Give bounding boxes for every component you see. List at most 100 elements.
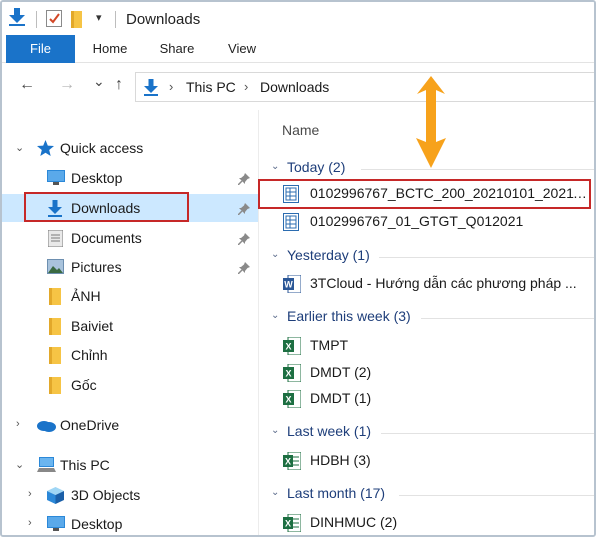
downloads-icon xyxy=(48,200,66,217)
group-collapse-icon[interactable]: ⌄ xyxy=(271,161,279,172)
pin-icon[interactable] xyxy=(237,172,250,190)
file-row[interactable]: X DMDT (2) xyxy=(259,360,594,386)
sidebar-item-3d-objects[interactable]: › 3D Objects xyxy=(2,481,258,509)
sidebar-item-label: Documents xyxy=(71,230,142,246)
group-divider xyxy=(381,433,594,434)
sidebar-item-label: Downloads xyxy=(71,200,141,216)
3d-objects-icon xyxy=(47,487,65,504)
sidebar-item-label: This PC xyxy=(60,457,110,473)
breadcrumb-downloads[interactable]: Downloads xyxy=(260,79,329,95)
expand-chevron-icon[interactable]: ⌄ xyxy=(15,141,24,154)
folder-icon xyxy=(49,377,67,394)
group-collapse-icon[interactable]: ⌄ xyxy=(271,249,279,260)
svg-text:X: X xyxy=(285,342,291,352)
sidebar-item-label: ẢNH xyxy=(71,288,101,304)
title-bar: ▾ Downloads xyxy=(2,2,594,35)
collapse-chevron-icon[interactable]: › xyxy=(28,488,32,500)
word-document-icon: W xyxy=(283,274,302,294)
navigation-pane: ⌄ Quick access Desktop Downloads Documen… xyxy=(2,120,258,535)
breadcrumb-chevron-icon: › xyxy=(244,79,249,94)
sidebar-item-onedrive[interactable]: › OneDrive xyxy=(2,411,258,439)
recent-locations-chevron-icon[interactable]: ⌄ xyxy=(93,73,105,90)
sidebar-item-folder-goc[interactable]: Gốc xyxy=(2,371,258,399)
sidebar-item-folder-chinh[interactable]: Chỉnh xyxy=(2,341,258,369)
group-label: Last month (17) xyxy=(287,485,386,501)
file-row[interactable]: X DINHMUC (2) xyxy=(259,510,594,535)
group-divider xyxy=(379,257,594,258)
sidebar-item-pictures[interactable]: Pictures xyxy=(2,253,258,281)
group-divider xyxy=(361,169,594,170)
properties-check-icon[interactable] xyxy=(46,10,62,27)
folder-icon xyxy=(49,318,67,335)
file-explorer-window: ▾ Downloads File Home Share View ← → ⌄ ↑… xyxy=(0,0,596,537)
group-divider xyxy=(399,495,594,496)
sidebar-item-folder-baiviet[interactable]: Baiviet xyxy=(2,312,258,340)
onedrive-cloud-icon xyxy=(36,419,56,435)
up-arrow-icon[interactable]: ↑ xyxy=(115,76,123,94)
download-arrow-icon[interactable] xyxy=(9,8,25,26)
group-header-last-week[interactable]: ⌄ Last week (1) xyxy=(259,420,594,444)
file-row[interactable]: 0102996767_01_GTGT_Q012021 xyxy=(259,209,594,235)
group-header-last-month[interactable]: ⌄ Last month (17) xyxy=(259,482,594,506)
excel-sheet-icon: X xyxy=(283,513,302,533)
sidebar-item-documents[interactable]: Documents xyxy=(2,224,258,252)
forward-arrow-icon[interactable]: → xyxy=(59,76,75,94)
sidebar-item-downloads[interactable]: Downloads xyxy=(2,194,258,222)
file-name: DINHMUC (2) xyxy=(310,514,398,530)
file-row[interactable]: W 3TCloud - Hướng dẫn các phương pháp ..… xyxy=(259,271,594,297)
collapse-chevron-icon[interactable]: › xyxy=(28,517,32,529)
pictures-icon xyxy=(47,259,65,275)
group-label: Yesterday (1) xyxy=(287,247,370,263)
collapse-chevron-icon[interactable]: › xyxy=(16,418,20,430)
svg-text:X: X xyxy=(285,369,291,379)
pin-icon[interactable] xyxy=(237,202,250,220)
sidebar-item-pc-desktop[interactable]: › Desktop xyxy=(2,510,258,535)
desktop-icon xyxy=(47,170,65,186)
file-row[interactable]: X TMPT xyxy=(259,333,594,359)
file-name: DMDT (1) xyxy=(310,390,372,406)
this-pc-icon xyxy=(37,457,56,473)
sidebar-item-this-pc[interactable]: ⌄ This PC xyxy=(2,451,258,479)
group-collapse-icon[interactable]: ⌄ xyxy=(271,310,279,321)
new-folder-icon[interactable] xyxy=(71,11,85,33)
sidebar-item-label: Baiviet xyxy=(71,318,114,334)
window-title: Downloads xyxy=(126,11,201,28)
column-header-name[interactable]: Name xyxy=(282,122,319,138)
file-row[interactable]: 0102996767_BCTC_200_20210101_20211... xyxy=(259,181,594,207)
group-collapse-icon[interactable]: ⌄ xyxy=(271,487,279,498)
sidebar-item-desktop[interactable]: Desktop xyxy=(2,164,258,192)
excel-icon: X xyxy=(283,336,302,356)
group-collapse-icon[interactable]: ⌄ xyxy=(271,425,279,436)
sidebar-item-folder-anh[interactable]: ẢNH xyxy=(2,282,258,310)
customize-dropdown-icon[interactable]: ▾ xyxy=(96,11,102,24)
excel-icon: X xyxy=(283,363,302,383)
pin-icon[interactable] xyxy=(237,261,250,279)
orange-down-arrow-icon xyxy=(416,76,446,168)
pin-icon[interactable] xyxy=(237,232,250,250)
back-arrow-icon[interactable]: ← xyxy=(19,76,35,94)
breadcrumb-this-pc[interactable]: This PC xyxy=(186,79,236,95)
file-name: HDBH (3) xyxy=(310,452,371,468)
breadcrumb-chevron-icon: › xyxy=(169,79,174,94)
svg-text:X: X xyxy=(285,519,291,529)
tab-file[interactable]: File xyxy=(6,35,75,63)
file-list: Name ⌄ Today (2) 0102996767_BCTC_200_202… xyxy=(259,110,594,535)
file-row[interactable]: X DMDT (1) xyxy=(259,386,594,412)
tab-home[interactable]: Home xyxy=(81,35,139,63)
xml-document-icon xyxy=(283,185,301,203)
sidebar-item-label: Gốc xyxy=(71,377,97,393)
folder-icon xyxy=(49,288,67,305)
sidebar-item-quick-access[interactable]: ⌄ Quick access xyxy=(2,134,258,162)
sidebar-item-label: Desktop xyxy=(71,170,123,186)
sidebar-item-label: 3D Objects xyxy=(71,487,141,503)
tab-view[interactable]: View xyxy=(213,35,271,63)
group-header-earlier-this-week[interactable]: ⌄ Earlier this week (3) xyxy=(259,305,594,329)
group-divider xyxy=(421,318,594,319)
tab-share[interactable]: Share xyxy=(148,35,206,63)
group-header-yesterday[interactable]: ⌄ Yesterday (1) xyxy=(259,244,594,268)
ribbon-tabs: File Home Share View xyxy=(2,35,594,63)
address-bar[interactable]: › This PC › Downloads xyxy=(135,72,594,102)
excel-icon: X xyxy=(283,389,302,409)
expand-chevron-icon[interactable]: ⌄ xyxy=(15,458,24,471)
file-row[interactable]: X HDBH (3) xyxy=(259,448,594,474)
